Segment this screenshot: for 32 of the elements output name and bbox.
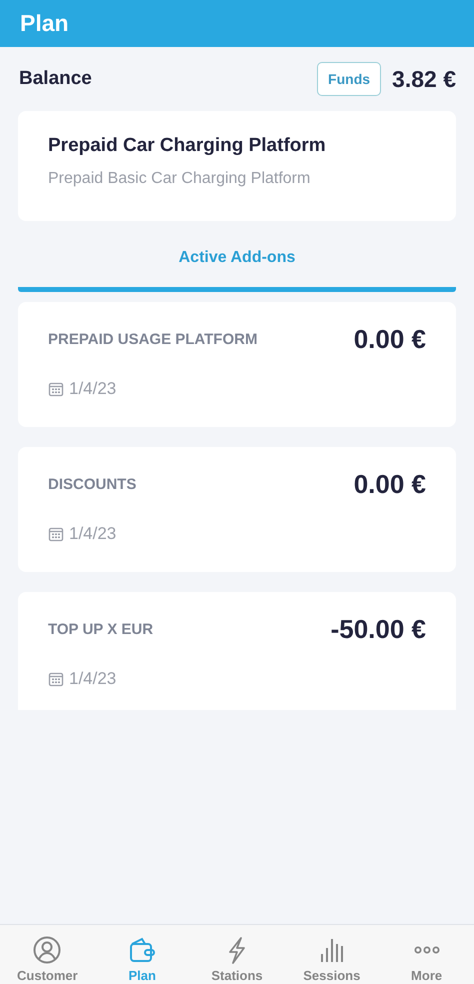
nav-tab[interactable]: More: [379, 925, 474, 984]
nav-tab[interactable]: Customer: [0, 925, 95, 984]
balance-label: Balance: [19, 68, 93, 90]
addon-name: DISCOUNTS: [48, 476, 136, 493]
nav-label: Customer: [17, 968, 78, 983]
addon-date: 1/4/23: [69, 524, 116, 544]
balance-amount: 3.82 €: [392, 66, 456, 92]
plan-subtitle: Prepaid Basic Car Charging Platform: [48, 170, 312, 188]
nav-label: More: [411, 968, 442, 983]
calendar-icon: [48, 671, 64, 687]
plan-title: Prepaid Car Charging Platform: [48, 135, 327, 157]
nav-tab[interactable]: Stations: [190, 925, 284, 984]
calendar-icon: [48, 526, 64, 542]
nav-tab[interactable]: Plan: [94, 925, 190, 984]
wallet-icon: [127, 935, 158, 965]
addon-name: TOP UP X EUR: [48, 621, 154, 638]
calendar-icon: [48, 381, 64, 397]
addon-date: 1/4/23: [69, 379, 116, 399]
addon-amount: 0.00 €: [354, 469, 426, 500]
nav-label: Plan: [128, 968, 156, 983]
funds-button[interactable]: Funds: [317, 62, 382, 96]
nav-tab[interactable]: Sessions: [284, 925, 380, 984]
more-icon: [412, 946, 442, 954]
addon-date: 1/4/23: [69, 669, 116, 689]
nav-label: Sessions: [303, 968, 360, 983]
addon-amount: -50.00 €: [330, 614, 426, 645]
page-title: Plan: [20, 10, 69, 37]
person-icon: [32, 935, 62, 965]
nav-label: Stations: [211, 968, 263, 983]
addons-tab[interactable]: Active Add-ons: [18, 229, 456, 292]
addon-name: PREPAID USAGE PLATFORM: [48, 331, 258, 348]
addon-amount: 0.00 €: [354, 324, 426, 355]
